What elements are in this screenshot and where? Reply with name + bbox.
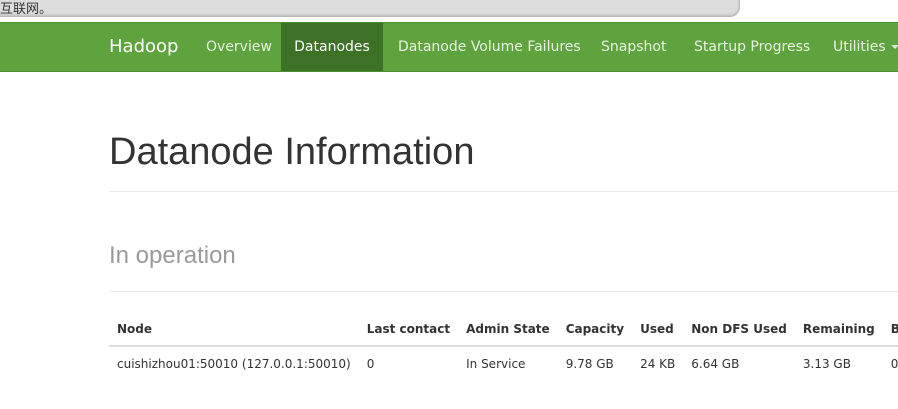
nav-overview[interactable]: Overview: [206, 23, 272, 71]
column-header[interactable]: Capacity: [557, 313, 633, 347]
notification-bar: [0, 0, 740, 17]
cell-non-dfs-used: 6.64 GB: [691, 357, 740, 371]
cell-truncated: 0: [890, 357, 898, 371]
table-header-row: Node Last contact Admin State Capacity U…: [109, 313, 898, 347]
nav-utilities-label: Utilities: [833, 39, 886, 55]
column-header[interactable]: B: [882, 313, 898, 347]
cell-capacity: 9.78 GB: [565, 357, 614, 371]
cell-used: 24 KB: [640, 357, 676, 371]
nav-startup-progress[interactable]: Startup Progress: [694, 23, 810, 71]
column-header[interactable]: Remaining: [794, 313, 883, 347]
section-title: In operation: [109, 242, 236, 269]
column-header[interactable]: Node: [109, 313, 359, 347]
cell-remaining: 3.13 GB: [802, 357, 851, 371]
datanode-table: Node Last contact Admin State Capacity U…: [109, 313, 898, 381]
nav-utilities-dropdown[interactable]: Utilities: [833, 23, 898, 71]
column-header[interactable]: Non DFS Used: [683, 313, 795, 347]
nav-snapshot[interactable]: Snapshot: [601, 23, 666, 71]
nav-datanode-volume-failures[interactable]: Datanode Volume Failures: [398, 23, 581, 71]
cell-last-contact: 0: [366, 357, 375, 371]
chevron-down-icon: [890, 45, 898, 49]
notification-text: 互联网。: [0, 2, 53, 17]
nav-datanodes[interactable]: Datanodes: [281, 23, 383, 71]
table-row: cuishizhou01:50010 (127.0.0.1:50010) 0 I…: [109, 346, 898, 381]
column-header[interactable]: Used: [632, 313, 684, 347]
cell-admin-state: In Service: [466, 357, 526, 371]
column-header[interactable]: Admin State: [458, 313, 558, 347]
browser-notification-strip: 互联网。: [0, 0, 898, 22]
brand-logo[interactable]: Hadoop: [109, 23, 178, 71]
top-navbar: Hadoop Overview Datanodes Datanode Volum…: [0, 22, 898, 72]
page-title: Datanode Information: [109, 131, 475, 173]
section-divider: [109, 291, 898, 292]
title-divider: [109, 191, 898, 192]
column-header[interactable]: Last contact: [358, 313, 459, 347]
cell-node: cuishizhou01:50010 (127.0.0.1:50010): [117, 357, 351, 371]
